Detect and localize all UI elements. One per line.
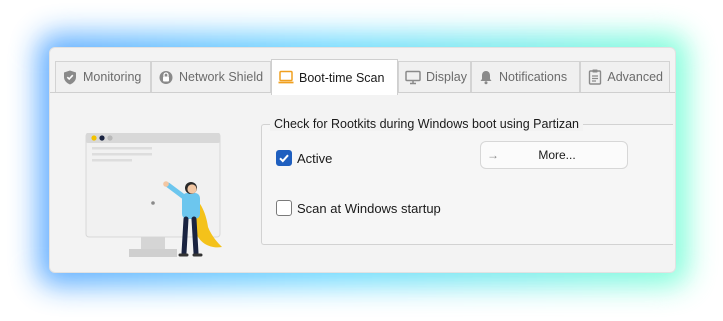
settings-window: Monitoring Network Shield Boot-time Scan… — [49, 47, 676, 273]
tab-display[interactable]: Display — [398, 61, 471, 92]
group-title: Check for Rootkits during Windows boot u… — [270, 117, 584, 131]
scan-at-startup-checkbox[interactable]: Scan at Windows startup — [276, 200, 441, 216]
active-checkbox[interactable]: Active — [276, 150, 332, 166]
tab-content: Check for Rootkits during Windows boot u… — [50, 92, 675, 272]
tab-label: Advanced — [607, 70, 663, 84]
tab-label: Network Shield — [179, 70, 264, 84]
tab-bar: Monitoring Network Shield Boot-time Scan… — [55, 59, 671, 95]
tab-advanced[interactable]: Advanced — [580, 61, 670, 92]
tab-label: Monitoring — [83, 70, 142, 84]
rootkit-scan-group: Check for Rootkits during Windows boot u… — [261, 117, 673, 245]
monitor-icon — [405, 69, 421, 85]
tab-label: Boot-time Scan — [299, 70, 385, 85]
more-button[interactable]: → More... — [480, 141, 628, 169]
bell-icon — [478, 69, 494, 85]
shield-icon — [62, 69, 78, 85]
lock-icon — [158, 69, 174, 85]
tab-label: Notifications — [499, 70, 568, 84]
clipboard-icon — [587, 69, 602, 85]
tab-monitoring[interactable]: Monitoring — [55, 61, 151, 92]
arrow-right-icon: → — [487, 148, 499, 162]
more-button-label: More... — [538, 148, 576, 162]
checkmark-icon[interactable] — [276, 150, 292, 166]
scan-at-startup-label: Scan at Windows startup — [297, 200, 441, 216]
active-label: Active — [297, 150, 333, 166]
tab-boot-time-scan[interactable]: Boot-time Scan — [271, 59, 398, 95]
laptop-icon — [278, 70, 294, 86]
checkbox-box[interactable] — [276, 200, 292, 216]
tab-network-shield[interactable]: Network Shield — [151, 61, 271, 92]
boot-scan-illustration — [80, 132, 230, 263]
tab-notifications[interactable]: Notifications — [471, 61, 580, 92]
tab-label: Display — [426, 70, 467, 84]
